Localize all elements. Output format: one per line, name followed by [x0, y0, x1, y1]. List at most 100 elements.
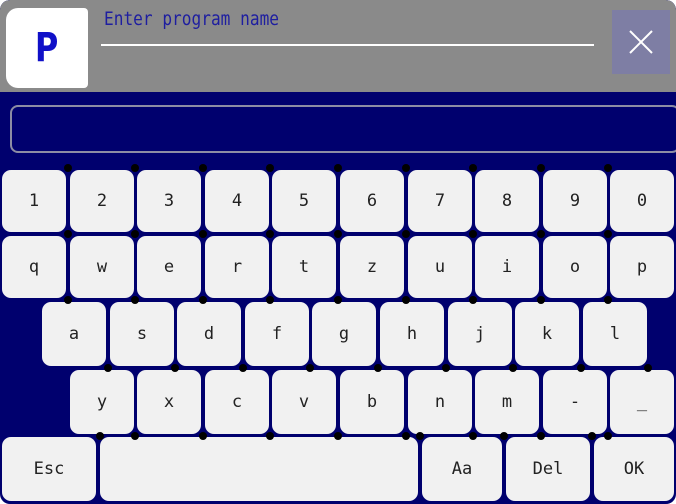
key-joint-dot	[402, 230, 410, 238]
ok-key[interactable]: OK	[594, 437, 674, 501]
key-joint-dot	[500, 432, 508, 440]
key-joint-dot	[306, 364, 314, 372]
key-x[interactable]: x	[137, 370, 201, 434]
key-joint-dot	[604, 164, 612, 172]
key-joint-dot	[199, 230, 207, 238]
key-v[interactable]: v	[272, 370, 336, 434]
logo-letter: P	[35, 25, 59, 71]
key-joint-dot	[96, 432, 104, 440]
key-joint-dot	[334, 432, 342, 440]
close-button[interactable]	[612, 10, 670, 74]
key-joint-dot	[509, 364, 517, 372]
key-joint-dot	[239, 364, 247, 372]
key-e[interactable]: e	[137, 236, 201, 298]
key-joint-dot	[64, 230, 72, 238]
key-2[interactable]: 2	[70, 170, 134, 232]
key-joint-dot	[64, 296, 72, 304]
key-q[interactable]: q	[2, 236, 66, 298]
key-joint-dot	[374, 364, 382, 372]
key-joint-dot	[402, 164, 410, 172]
key-a[interactable]: a	[42, 302, 106, 366]
key-c[interactable]: c	[205, 370, 269, 434]
key-9[interactable]: 9	[543, 170, 607, 232]
key-s[interactable]: s	[110, 302, 174, 366]
key-joint-dot	[537, 432, 545, 440]
key-joint-dot	[402, 432, 410, 440]
key-d[interactable]: d	[177, 302, 241, 366]
prompt-label: Enter program name	[104, 8, 280, 30]
key-y[interactable]: y	[70, 370, 134, 434]
program-name-input[interactable]	[10, 105, 676, 153]
key-0[interactable]: 0	[610, 170, 674, 232]
key-joint-dot	[402, 296, 410, 304]
key-joint-dot	[604, 432, 612, 440]
key-joint-dot	[199, 296, 207, 304]
key-joint-dot	[588, 432, 596, 440]
key-joint-dot	[64, 164, 72, 172]
key-u[interactable]: u	[408, 236, 472, 298]
program-logo: P	[6, 8, 88, 88]
key-4[interactable]: 4	[205, 170, 269, 232]
key-joint-dot	[266, 432, 274, 440]
key-joint-dot	[644, 364, 652, 372]
key-joint-dot	[131, 296, 139, 304]
header-bar: P Enter program name	[0, 0, 676, 92]
key-f[interactable]: f	[245, 302, 309, 366]
key-6[interactable]: 6	[340, 170, 404, 232]
key-joint-dot	[104, 364, 112, 372]
key-i[interactable]: i	[475, 236, 539, 298]
close-x-icon	[629, 30, 653, 54]
key-joint-dot	[469, 230, 477, 238]
key-joint-dot	[577, 364, 585, 372]
key-t[interactable]: t	[272, 236, 336, 298]
key-joint-dot	[199, 164, 207, 172]
key-j[interactable]: j	[448, 302, 512, 366]
key-joint-dot	[266, 296, 274, 304]
key-joint-dot	[537, 296, 545, 304]
key-joint-dot	[469, 432, 477, 440]
key-z[interactable]: z	[340, 236, 404, 298]
key-joint-dot	[469, 164, 477, 172]
key-joint-dot	[604, 296, 612, 304]
key-m[interactable]: m	[475, 370, 539, 434]
key-joint-dot	[416, 432, 424, 440]
esc-key[interactable]: Esc	[2, 437, 96, 501]
key-joint-dot	[131, 230, 139, 238]
prompt-underline	[101, 44, 594, 46]
dialog-frame: P Enter program name 1234567890 qwertzuio…	[0, 0, 676, 504]
key-joint-dot	[334, 296, 342, 304]
key-joint-dot	[171, 364, 179, 372]
key-underscore[interactable]: _	[610, 370, 674, 434]
key-n[interactable]: n	[408, 370, 472, 434]
key-o[interactable]: o	[543, 236, 607, 298]
key-1[interactable]: 1	[2, 170, 66, 232]
key-5[interactable]: 5	[272, 170, 336, 232]
key-r[interactable]: r	[205, 236, 269, 298]
case-toggle-key[interactable]: Aa	[422, 437, 502, 501]
key-joint-dot	[266, 164, 274, 172]
space-key[interactable]	[100, 437, 418, 501]
key-p[interactable]: p	[610, 236, 674, 298]
key-3[interactable]: 3	[137, 170, 201, 232]
key-7[interactable]: 7	[408, 170, 472, 232]
key-dash[interactable]: -	[543, 370, 607, 434]
key-joint-dot	[266, 230, 274, 238]
key-h[interactable]: h	[380, 302, 444, 366]
key-joint-dot	[442, 364, 450, 372]
key-joint-dot	[537, 164, 545, 172]
key-joint-dot	[199, 432, 207, 440]
key-joint-dot	[334, 230, 342, 238]
key-joint-dot	[334, 164, 342, 172]
key-w[interactable]: w	[70, 236, 134, 298]
key-k[interactable]: k	[515, 302, 579, 366]
delete-key[interactable]: Del	[506, 437, 590, 501]
key-joint-dot	[537, 230, 545, 238]
key-8[interactable]: 8	[475, 170, 539, 232]
key-joint-dot	[469, 296, 477, 304]
key-joint-dot	[604, 230, 612, 238]
key-b[interactable]: b	[340, 370, 404, 434]
key-g[interactable]: g	[312, 302, 376, 366]
key-joint-dot	[131, 432, 139, 440]
key-l[interactable]: l	[583, 302, 647, 366]
key-joint-dot	[131, 164, 139, 172]
